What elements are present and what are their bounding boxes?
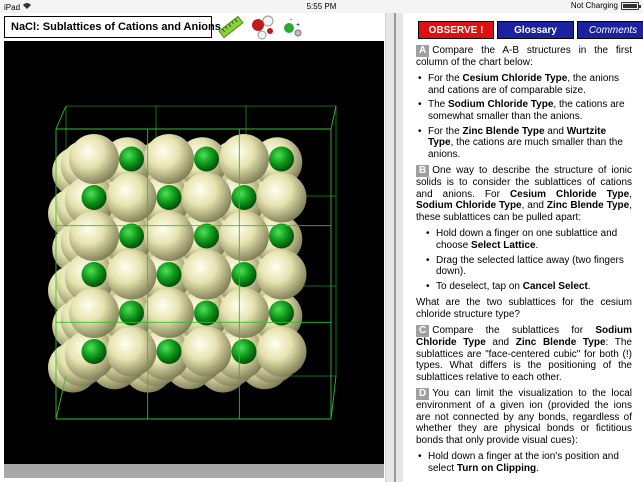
sodium-cation-sphere[interactable] <box>194 146 219 172</box>
chloride-anion-sphere[interactable] <box>144 134 194 184</box>
instruction-pane: OBSERVE ! Glossary Comments A Compare the… <box>404 13 643 482</box>
section-c: C Compare the sublattices for Sodium Chlo… <box>416 325 632 383</box>
section-marker-d: D <box>416 388 430 401</box>
chloride-anion-sphere[interactable] <box>106 172 157 223</box>
chloride-anion-sphere[interactable] <box>181 249 232 300</box>
status-time: 5:55 PM <box>306 2 337 11</box>
list-item: Drag the selected lattice away (two fing… <box>416 255 632 278</box>
chloride-anion-sphere[interactable] <box>69 134 119 184</box>
split-divider[interactable] <box>385 13 403 482</box>
ruler-icon[interactable] <box>218 15 244 39</box>
chloride-anion-sphere[interactable] <box>181 172 232 223</box>
section-marker-c: C <box>416 325 430 338</box>
sodium-cation-sphere[interactable] <box>156 185 182 210</box>
battery-icon <box>621 1 641 10</box>
sodium-cation-sphere[interactable] <box>81 339 107 364</box>
section-a-list: For the Cesium Chloride Type, the anions… <box>416 73 632 160</box>
section-d-list: Hold down a finger at the ion's position… <box>416 451 632 474</box>
chloride-anion-sphere[interactable] <box>219 288 269 338</box>
list-item: For the Cesium Chloride Type, the anions… <box>416 73 632 96</box>
ion-tool-icon[interactable]: - + <box>282 16 304 38</box>
section-marker-a: A <box>416 45 430 57</box>
section-a-intro: A Compare the A-B structures in the first… <box>416 45 632 68</box>
atom-layer <box>48 134 307 393</box>
sodium-cation-sphere[interactable] <box>231 262 257 287</box>
chloride-anion-sphere[interactable] <box>69 288 119 338</box>
status-battery: Not Charging <box>570 1 641 10</box>
status-bar: iPad 5:55 PM Not Charging <box>0 0 643 13</box>
sodium-cation-sphere[interactable] <box>119 146 144 172</box>
list-item: For the Zinc Blende Type and Wurtzite Ty… <box>416 126 632 161</box>
page-title: NaCl: Sublattices of Cations and Anions <box>4 16 221 38</box>
charging-label: Not Charging <box>570 1 618 10</box>
sodium-cation-sphere[interactable] <box>156 262 182 287</box>
section-b-list: Hold down a finger on one sublattice and… <box>416 228 632 292</box>
chloride-anion-sphere[interactable] <box>256 249 307 300</box>
tab-comments[interactable]: Comments <box>577 21 643 39</box>
chloride-anion-sphere[interactable] <box>69 211 119 261</box>
tab-glossary[interactable]: Glossary <box>497 21 574 39</box>
chloride-anion-sphere[interactable] <box>256 326 307 377</box>
sodium-cation-sphere[interactable] <box>269 300 294 326</box>
chloride-anion-sphere[interactable] <box>106 249 157 300</box>
sodium-cation-sphere[interactable] <box>119 223 144 249</box>
chloride-anion-sphere[interactable] <box>144 288 194 338</box>
chloride-anion-sphere[interactable] <box>144 211 194 261</box>
list-item: The Sodium Chloride Type, the cations ar… <box>416 99 632 122</box>
sodium-cation-sphere[interactable] <box>269 223 294 249</box>
instruction-text: A Compare the A-B structures in the first… <box>416 45 632 480</box>
sodium-cation-sphere[interactable] <box>81 185 107 210</box>
chloride-anion-sphere[interactable] <box>106 326 157 377</box>
chloride-anion-sphere[interactable] <box>219 134 269 184</box>
sodium-cation-sphere[interactable] <box>194 223 219 249</box>
section-b-intro: B One way to describe the structure of io… <box>416 165 632 223</box>
section-marker-b: B <box>416 165 430 177</box>
list-item: Hold down a finger on one sublattice and… <box>416 228 632 251</box>
sodium-cation-sphere[interactable] <box>156 339 182 364</box>
section-d: D You can limit the visualization to the … <box>416 388 632 446</box>
svg-text:-: - <box>290 17 293 24</box>
sodium-cation-sphere[interactable] <box>231 185 257 210</box>
tab-observe[interactable]: OBSERVE ! <box>418 21 494 39</box>
section-b-question: What are the two sublattices for the ces… <box>416 297 632 320</box>
list-item: To deselect, tap on Cancel Select. <box>416 281 632 293</box>
list-item: Hold down a finger at the ion's position… <box>416 451 632 474</box>
sodium-cation-sphere[interactable] <box>194 300 219 326</box>
toolbar: NaCl: Sublattices of Cations and Anions … <box>0 13 385 40</box>
sodium-cation-sphere[interactable] <box>119 300 144 326</box>
viewer-pane: NaCl: Sublattices of Cations and Anions … <box>0 13 385 482</box>
chloride-anion-sphere[interactable] <box>181 326 232 377</box>
svg-text:+: + <box>296 22 300 29</box>
nacl-lattice-model[interactable] <box>4 41 384 464</box>
molecule-model-icon[interactable] <box>248 13 278 40</box>
tab-bar: OBSERVE ! Glossary Comments <box>418 21 643 39</box>
chloride-anion-sphere[interactable] <box>219 211 269 261</box>
viewer-footer-bar <box>4 464 384 478</box>
sodium-cation-sphere[interactable] <box>81 262 107 287</box>
chloride-anion-sphere[interactable] <box>256 172 307 223</box>
sodium-cation-sphere[interactable] <box>231 339 257 364</box>
sodium-cation-sphere[interactable] <box>269 146 294 172</box>
crystal-viewer[interactable] <box>4 41 384 464</box>
